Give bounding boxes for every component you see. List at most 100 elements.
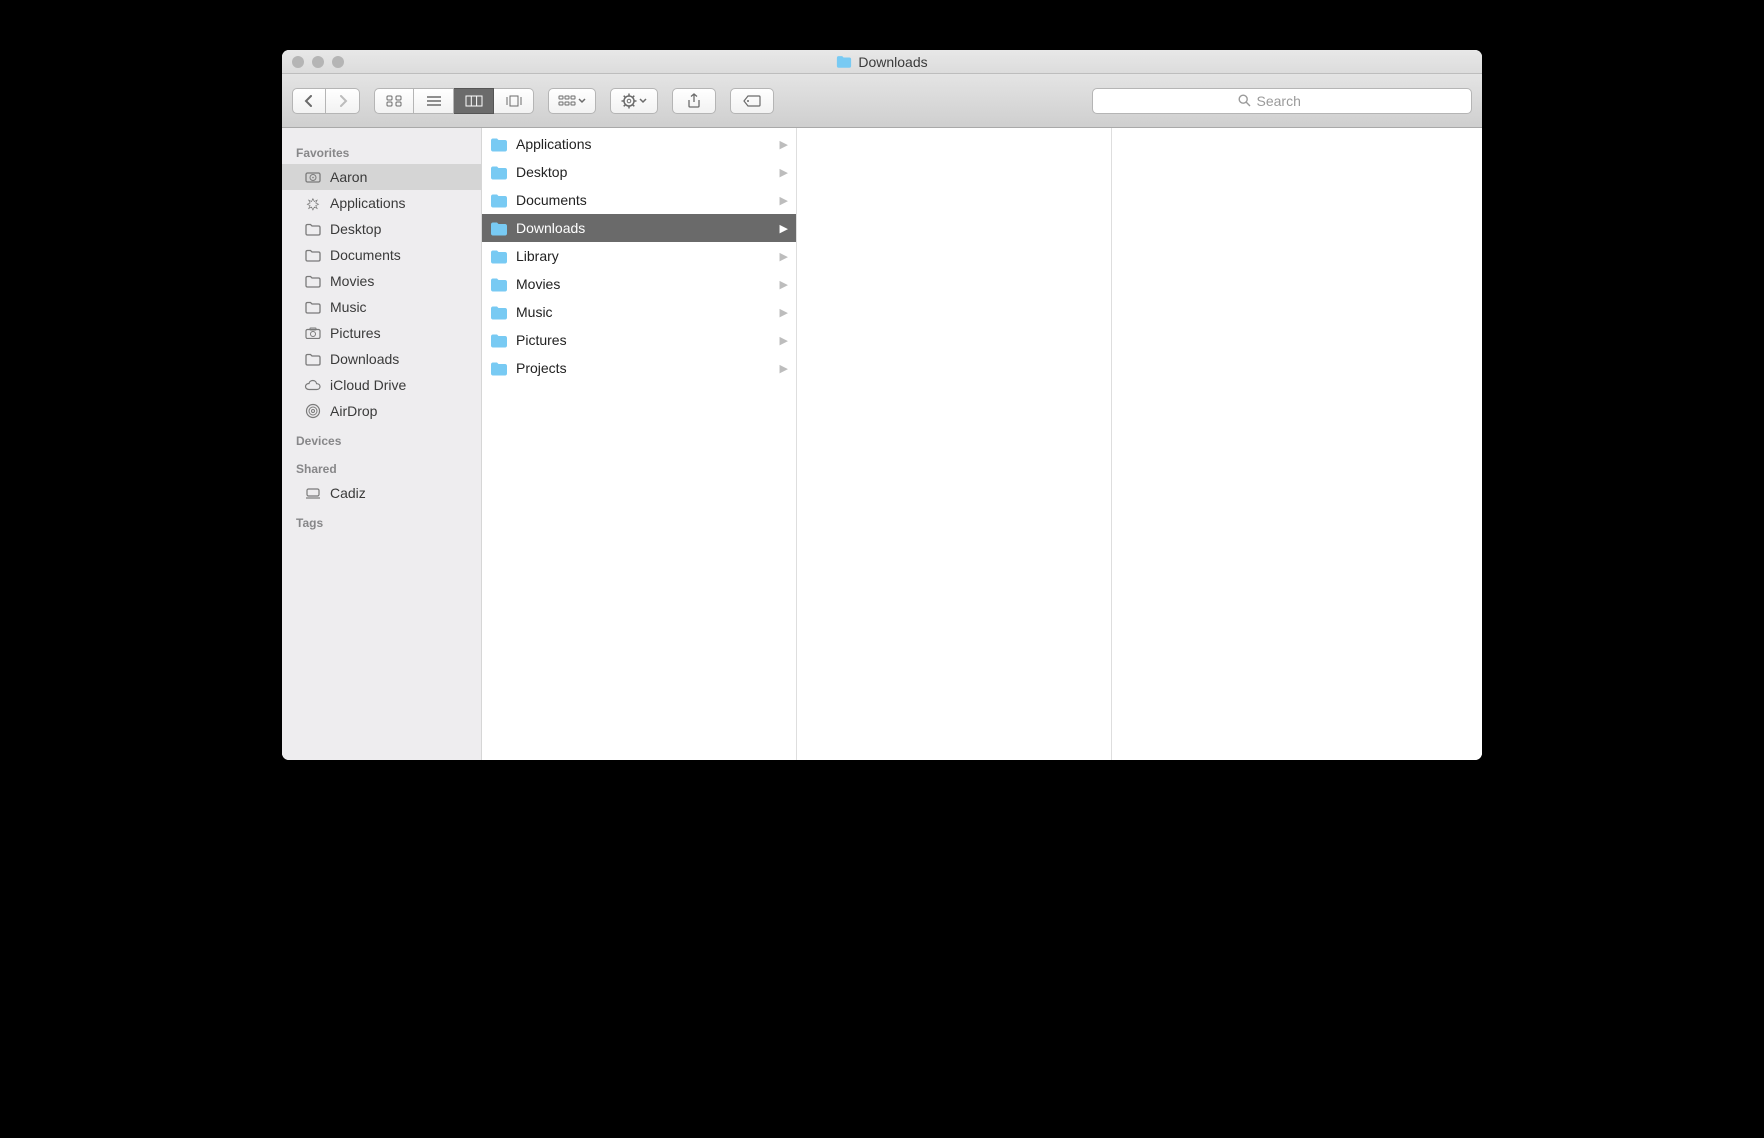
sidebar-item-documents[interactable]: Documents xyxy=(282,242,481,268)
action-button[interactable] xyxy=(610,88,658,114)
finder-window: Downloads xyxy=(282,50,1482,760)
grid-icon xyxy=(386,95,402,107)
folder-icon xyxy=(836,55,852,68)
folder-icon xyxy=(490,333,508,348)
column-2[interactable] xyxy=(797,128,1112,760)
list-item[interactable]: Library ▶ xyxy=(482,242,796,270)
folder-icon xyxy=(490,193,508,208)
sidebar: Favorites Aaron Applications Desktop Doc xyxy=(282,128,482,760)
computer-icon xyxy=(304,485,322,501)
folder-icon xyxy=(490,305,508,320)
list-item[interactable]: Projects ▶ xyxy=(482,354,796,382)
sidebar-item-label: Documents xyxy=(330,247,401,263)
column-view-button[interactable] xyxy=(454,88,494,114)
icon-view-button[interactable] xyxy=(374,88,414,114)
nav-buttons xyxy=(292,88,360,114)
sidebar-item-icloud[interactable]: iCloud Drive xyxy=(282,372,481,398)
chevron-right-icon: ▶ xyxy=(780,362,788,375)
gear-icon xyxy=(621,93,637,109)
folder-icon xyxy=(490,137,508,152)
list-item-label: Library xyxy=(516,248,559,264)
window-title-text: Downloads xyxy=(858,54,927,70)
tag-icon xyxy=(742,94,762,108)
list-item[interactable]: Applications ▶ xyxy=(482,130,796,158)
hdd-icon xyxy=(304,169,322,185)
title-bar[interactable]: Downloads xyxy=(282,50,1482,74)
toolbar xyxy=(282,74,1482,128)
folder-icon xyxy=(490,249,508,264)
folder-icon xyxy=(490,165,508,180)
sidebar-item-music[interactable]: Music xyxy=(282,294,481,320)
coverflow-icon xyxy=(505,95,523,107)
column-3[interactable] xyxy=(1112,128,1482,760)
sidebar-item-label: AirDrop xyxy=(330,403,377,419)
list-item-label: Documents xyxy=(516,192,587,208)
folder-icon xyxy=(490,221,508,236)
window-title: Downloads xyxy=(282,54,1482,70)
list-view-button[interactable] xyxy=(414,88,454,114)
folder-icon xyxy=(304,273,322,289)
chevron-right-icon xyxy=(338,95,348,107)
folder-icon xyxy=(304,247,322,263)
sidebar-item-airdrop[interactable]: AirDrop xyxy=(282,398,481,424)
chevron-left-icon xyxy=(304,95,314,107)
share-button[interactable] xyxy=(672,88,716,114)
search-field[interactable] xyxy=(1092,88,1472,114)
tags-button[interactable] xyxy=(730,88,774,114)
list-item[interactable]: Downloads ▶ xyxy=(482,214,796,242)
folder-icon xyxy=(304,299,322,315)
sidebar-item-label: Applications xyxy=(330,195,406,211)
list-item-label: Applications xyxy=(516,136,592,152)
sidebar-item-label: Pictures xyxy=(330,325,381,341)
arrange-icon xyxy=(558,95,576,107)
list-icon xyxy=(426,95,442,107)
forward-button[interactable] xyxy=(326,88,360,114)
close-button[interactable] xyxy=(292,56,304,68)
cloud-icon xyxy=(304,377,322,393)
arrange-button[interactable] xyxy=(548,88,596,114)
chevron-right-icon: ▶ xyxy=(780,250,788,263)
list-item-label: Projects xyxy=(516,360,567,376)
sidebar-item-desktop[interactable]: Desktop xyxy=(282,216,481,242)
zoom-button[interactable] xyxy=(332,56,344,68)
list-item-label: Pictures xyxy=(516,332,567,348)
minimize-button[interactable] xyxy=(312,56,324,68)
list-item-label: Desktop xyxy=(516,164,567,180)
columns-icon xyxy=(465,95,483,107)
sidebar-item-label: Desktop xyxy=(330,221,381,237)
list-item[interactable]: Music ▶ xyxy=(482,298,796,326)
sidebar-item-movies[interactable]: Movies xyxy=(282,268,481,294)
sidebar-item-pictures[interactable]: Pictures xyxy=(282,320,481,346)
chevron-right-icon: ▶ xyxy=(780,278,788,291)
sidebar-item-label: iCloud Drive xyxy=(330,377,406,393)
list-item-label: Downloads xyxy=(516,220,585,236)
column-1[interactable]: Applications ▶ Desktop ▶ Documents ▶ Dow… xyxy=(482,128,797,760)
list-item[interactable]: Documents ▶ xyxy=(482,186,796,214)
chevron-right-icon: ▶ xyxy=(780,306,788,319)
sidebar-item-aaron[interactable]: Aaron xyxy=(282,164,481,190)
tags-header: Tags xyxy=(282,506,481,534)
chevron-down-icon xyxy=(639,98,647,104)
chevron-right-icon: ▶ xyxy=(780,334,788,347)
folder-icon xyxy=(304,351,322,367)
column-browser: Applications ▶ Desktop ▶ Documents ▶ Dow… xyxy=(482,128,1482,760)
list-item[interactable]: Desktop ▶ xyxy=(482,158,796,186)
folder-icon xyxy=(490,361,508,376)
sidebar-item-downloads[interactable]: Downloads xyxy=(282,346,481,372)
sidebar-item-cadiz[interactable]: Cadiz xyxy=(282,480,481,506)
list-item[interactable]: Pictures ▶ xyxy=(482,326,796,354)
list-item-label: Music xyxy=(516,304,553,320)
sidebar-item-label: Downloads xyxy=(330,351,399,367)
traffic-lights xyxy=(282,56,344,68)
chevron-down-icon xyxy=(578,98,586,104)
share-icon xyxy=(687,93,701,109)
view-buttons xyxy=(374,88,534,114)
search-input[interactable] xyxy=(1257,93,1327,109)
sidebar-item-applications[interactable]: Applications xyxy=(282,190,481,216)
coverflow-view-button[interactable] xyxy=(494,88,534,114)
chevron-right-icon: ▶ xyxy=(780,166,788,179)
list-item-label: Movies xyxy=(516,276,560,292)
back-button[interactable] xyxy=(292,88,326,114)
list-item[interactable]: Movies ▶ xyxy=(482,270,796,298)
camera-icon xyxy=(304,325,322,341)
